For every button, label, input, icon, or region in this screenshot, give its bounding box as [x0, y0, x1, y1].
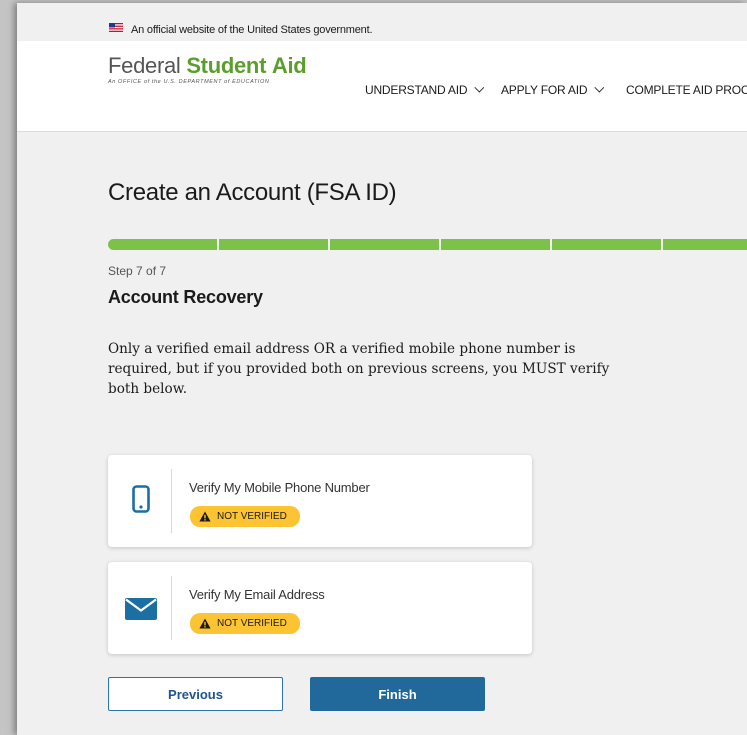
logo-word-aid: Aid	[271, 53, 307, 78]
gov-banner: An official website of the United States…	[17, 3, 747, 41]
warning-icon	[199, 618, 211, 629]
nav-complete-aid-process[interactable]: COMPLETE AID PROCES	[626, 83, 747, 97]
verify-email-card[interactable]: Verify My Email Address NOT VERIFIED	[108, 562, 532, 654]
gov-banner-text: An official website of the United States…	[131, 24, 373, 36]
progress-bar	[108, 239, 747, 250]
previous-button[interactable]: Previous	[108, 677, 283, 711]
step-label: Step 7 of 7	[108, 264, 167, 278]
browser-viewport: An official website of the United States…	[17, 3, 747, 735]
progress-segment	[219, 239, 328, 250]
envelope-icon	[125, 598, 157, 620]
verify-email-label: Verify My Email Address	[189, 587, 325, 602]
nav-label: APPLY FOR AID	[501, 83, 588, 97]
logo-word-federal: Federal	[108, 53, 181, 78]
card-divider	[171, 469, 172, 533]
finish-button[interactable]: Finish	[310, 677, 485, 711]
us-flag-icon	[109, 23, 123, 32]
chevron-down-icon	[594, 82, 605, 93]
verify-phone-card[interactable]: Verify My Mobile Phone Number NOT VERIFI…	[108, 455, 532, 547]
page-title: Create an Account (FSA ID)	[108, 179, 397, 206]
logo-word-student: Student	[186, 53, 267, 78]
chevron-down-icon	[474, 82, 485, 93]
nav-apply-for-aid[interactable]: APPLY FOR AID	[501, 82, 605, 97]
instructions-text: Only a verified email address OR a verif…	[108, 341, 610, 397]
nav-understand-aid[interactable]: UNDERSTAND AID	[365, 82, 485, 97]
verify-phone-label: Verify My Mobile Phone Number	[189, 480, 370, 495]
section-title: Account Recovery	[108, 287, 263, 307]
card-divider	[171, 576, 172, 640]
fsa-logo[interactable]: Federal Student Aid An OFFICE of the U.S…	[108, 53, 307, 86]
nav-label: UNDERSTAND AID	[365, 83, 468, 97]
warning-icon	[199, 511, 211, 522]
status-badge: NOT VERIFIED	[190, 506, 300, 527]
mobile-phone-icon	[132, 485, 150, 513]
status-text: NOT VERIFIED	[217, 511, 287, 522]
progress-segment	[552, 239, 661, 250]
logo-subtitle: An OFFICE of the U.S. DEPARTMENT of EDUC…	[108, 79, 270, 85]
nav-label: COMPLETE AID PROCES	[626, 83, 747, 97]
progress-segment	[108, 239, 217, 250]
status-text: NOT VERIFIED	[217, 618, 287, 629]
progress-segment	[663, 239, 747, 250]
progress-segment	[441, 239, 550, 250]
site-header: Federal Student Aid An OFFICE of the U.S…	[17, 41, 747, 132]
status-badge: NOT VERIFIED	[190, 613, 300, 634]
progress-segment	[330, 239, 439, 250]
main-content: Create an Account (FSA ID) Step 7 of 7 A…	[17, 132, 747, 735]
logo-wordmark: Federal Student Aid	[108, 53, 307, 78]
